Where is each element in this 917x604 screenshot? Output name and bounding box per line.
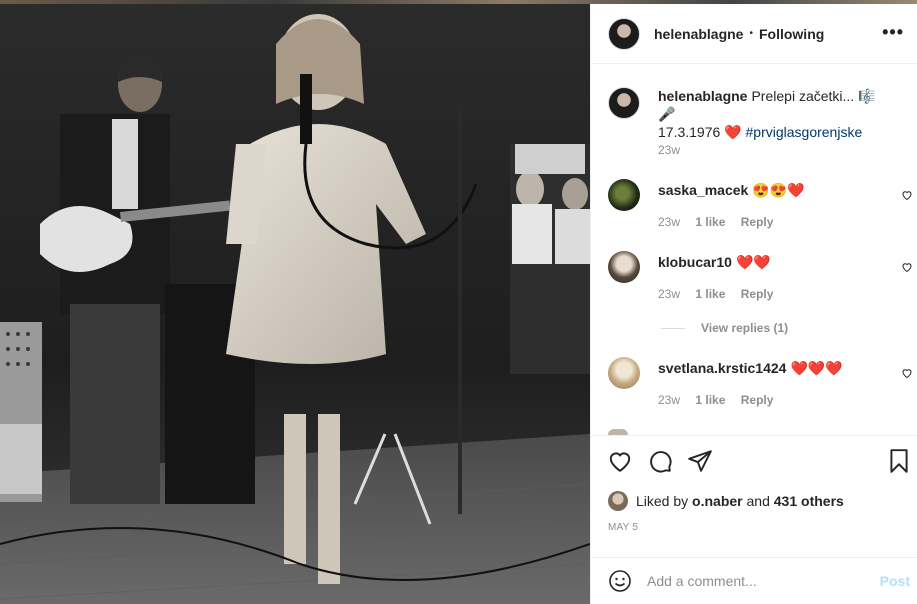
post-date[interactable]: MAY 5 xyxy=(608,522,638,533)
comment-time[interactable]: 23w xyxy=(658,393,680,407)
post-photo[interactable] xyxy=(0,4,590,604)
comment-row: svetlana.krstic1424 ❤️❤️❤️ 23w 1 like Rep… xyxy=(608,357,912,417)
caption-hashtag[interactable]: #prviglasgorenjske xyxy=(746,124,863,140)
post-comment-button[interactable]: Post xyxy=(880,573,910,589)
share-icon[interactable] xyxy=(687,448,713,474)
liked-by-conjunction: and xyxy=(746,493,770,509)
author-avatar[interactable] xyxy=(608,17,640,50)
header-separator: • xyxy=(749,28,753,39)
comment-body: klobucar10 ❤️❤️ xyxy=(658,253,878,271)
caption-username[interactable]: helenablagne xyxy=(658,88,747,104)
caption-body: helenablagne Prelepi začetki... 🎼🎤 17.3.1… xyxy=(658,87,878,141)
comment-text: ❤️❤️❤️ xyxy=(790,360,843,376)
liked-by-user[interactable]: o.naber xyxy=(692,493,743,509)
comment-time[interactable]: 23w xyxy=(658,215,680,229)
author-username[interactable]: helenablagne xyxy=(654,26,743,42)
smiley-icon[interactable] xyxy=(608,569,632,593)
reply-button[interactable]: Reply xyxy=(741,287,774,301)
comment-meta: 23w 1 like Reply xyxy=(658,215,785,229)
post-side-panel: helenablagne • Following ••• helenablagn… xyxy=(590,4,917,604)
liked-by-others[interactable]: 431 others xyxy=(774,493,844,509)
comment-heart-icon[interactable] xyxy=(901,189,913,201)
comment-row: klobucar10 ❤️❤️ 23w 1 like Reply xyxy=(608,251,912,311)
comment-row: saska_macek 😍😍❤️ 23w 1 like Reply xyxy=(608,179,912,239)
comment-body: svetlana.krstic1424 ❤️❤️❤️ xyxy=(658,359,878,377)
replies-divider-line xyxy=(661,328,685,330)
commenter-avatar[interactable] xyxy=(608,179,640,211)
comment-heart-icon[interactable] xyxy=(901,367,913,379)
liker-avatar[interactable] xyxy=(608,491,628,511)
comment-time[interactable]: 23w xyxy=(658,287,680,301)
commenter-avatar[interactable] xyxy=(608,251,640,283)
comment-likes[interactable]: 1 like xyxy=(695,215,725,229)
reply-button[interactable]: Reply xyxy=(741,393,774,407)
comment-meta: 23w 1 like Reply xyxy=(658,287,785,301)
liked-by-row: Liked by o.naber and 431 others xyxy=(608,491,844,511)
comment-body: saska_macek 😍😍❤️ xyxy=(658,181,878,199)
view-replies-button[interactable]: View replies (1) xyxy=(661,321,788,335)
caption-meta: 23w xyxy=(658,143,692,157)
comment-likes[interactable]: 1 like xyxy=(695,287,725,301)
more-horizontal-icon[interactable]: ••• xyxy=(882,22,904,43)
heart-icon[interactable] xyxy=(607,448,633,474)
comment-username[interactable]: svetlana.krstic1424 xyxy=(658,360,786,376)
post-actions-bar xyxy=(591,435,917,481)
comment-username[interactable]: klobucar10 xyxy=(658,254,732,270)
comment-heart-icon[interactable] xyxy=(901,261,913,273)
comment-username[interactable]: saska_macek xyxy=(658,182,748,198)
post-image xyxy=(0,4,590,604)
comments-section[interactable]: helenablagne Prelepi začetki... 🎼🎤 17.3.1… xyxy=(591,65,917,435)
reply-button[interactable]: Reply xyxy=(741,215,774,229)
post-header: helenablagne • Following ••• xyxy=(591,4,917,64)
comment-likes[interactable]: 1 like xyxy=(695,393,725,407)
comment-meta: 23w 1 like Reply xyxy=(658,393,785,407)
comment-text: 😍😍❤️ xyxy=(752,182,805,198)
liked-by-prefix: Liked by xyxy=(636,493,689,509)
comment-input[interactable] xyxy=(647,570,867,592)
add-comment-bar: Post xyxy=(591,557,917,604)
comment-text: ❤️❤️ xyxy=(735,254,771,270)
following-button[interactable]: Following xyxy=(759,26,824,42)
caption-time[interactable]: 23w xyxy=(658,143,680,157)
caption-avatar[interactable] xyxy=(608,87,640,119)
caption-row: helenablagne Prelepi začetki... 🎼🎤 17.3.1… xyxy=(608,87,908,157)
view-replies-label[interactable]: View replies (1) xyxy=(701,321,788,335)
caption-text-2: 17.3.1976 ❤️ xyxy=(658,124,742,140)
commenter-avatar[interactable] xyxy=(608,357,640,389)
comment-icon[interactable] xyxy=(647,448,673,474)
bookmark-icon[interactable] xyxy=(886,448,912,474)
